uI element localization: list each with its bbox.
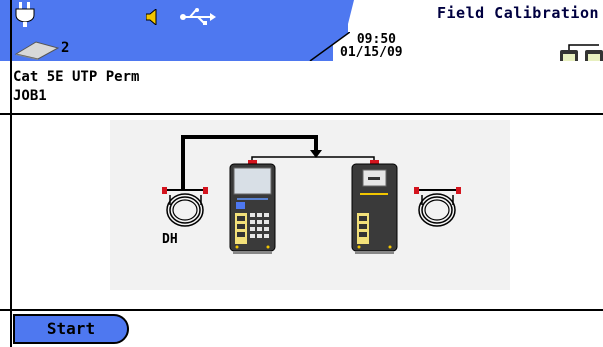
cable-spool-icon <box>162 187 208 227</box>
dh-label: DH <box>162 232 178 247</box>
main-unit-icon <box>229 163 276 254</box>
remote-unit-icon <box>351 163 398 254</box>
divider <box>0 309 603 311</box>
cable-spool-icon <box>414 187 461 227</box>
calibration-diagram <box>162 135 461 254</box>
start-button-label: Start <box>46 319 96 338</box>
start-button[interactable]: Start <box>13 314 129 344</box>
screen: Field Calibration 2 09:50 01/15/09 Cat 5… <box>0 0 603 347</box>
